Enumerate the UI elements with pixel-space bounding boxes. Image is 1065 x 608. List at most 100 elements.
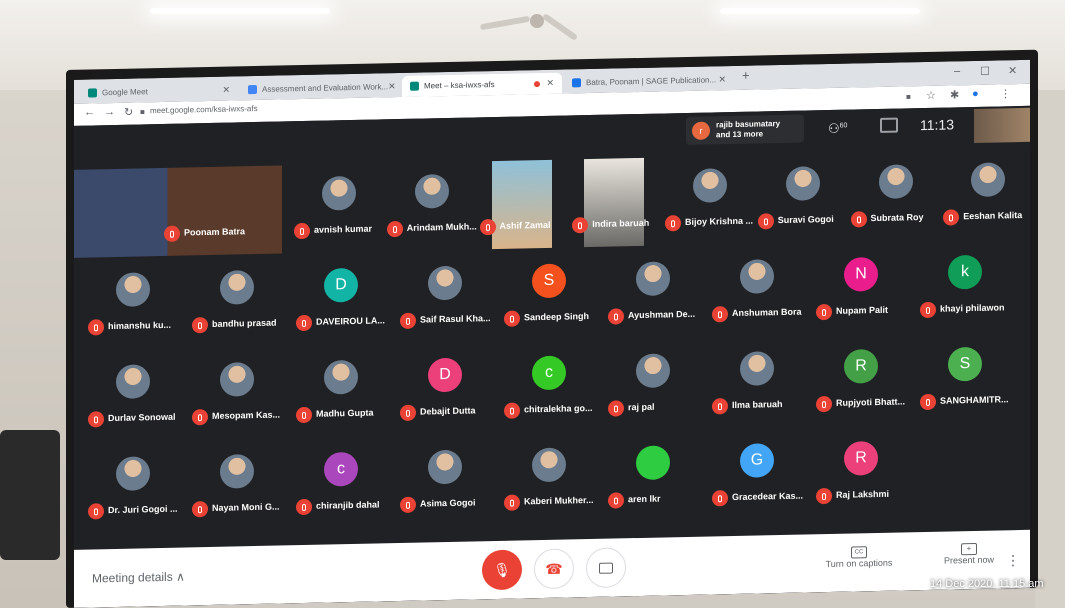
participant-name: aren lkr [628, 493, 661, 505]
participant-tile[interactable]: aren lkr [600, 433, 704, 523]
minimize-icon[interactable]: – [954, 65, 960, 77]
chat-icon[interactable] [880, 117, 898, 133]
tab-label: Google Meet [102, 87, 148, 98]
participant-tile[interactable]: avnish kumar [286, 163, 379, 253]
participant-tile[interactable]: Dr. Juri Gogoi ... [80, 444, 184, 534]
join-notification[interactable]: r rajib basumatary and 13 more [686, 114, 804, 146]
leave-call-button[interactable]: ☎ [534, 548, 574, 590]
forward-icon[interactable]: → [104, 106, 115, 118]
participant-tile[interactable]: Poonam Batra [74, 165, 282, 258]
camera-button[interactable] [586, 547, 626, 589]
captions-button[interactable]: CC Turn on captions [814, 544, 904, 569]
participant-tile[interactable]: Ilma baruah [704, 338, 808, 428]
participant-tile[interactable]: R Raj Lakshmi [808, 428, 912, 518]
participant-tile[interactable]: himanshu ku... [80, 260, 184, 350]
recording-dot-icon [534, 80, 541, 87]
close-window-icon[interactable]: ✕ [1008, 64, 1017, 77]
reload-icon[interactable]: ↻ [124, 106, 133, 119]
participant-tile[interactable]: Eeshan Kalita [935, 150, 1028, 240]
participant-tile[interactable]: Anshuman Bora [704, 246, 808, 336]
avatar [785, 166, 820, 201]
participant-tile[interactable]: Kaberi Mukher... [496, 435, 600, 525]
hangup-icon: ☎ [545, 560, 563, 577]
avatar [116, 456, 150, 491]
tab-label: Meet – ksa-iwxs-afs [424, 80, 495, 91]
participant-tile[interactable]: Suravi Gogoi [750, 154, 843, 244]
participant-tile[interactable]: c chitralekha go... [496, 343, 600, 433]
participant-tile[interactable]: Subrata Roy [843, 152, 936, 242]
present-label: Present now [943, 554, 995, 566]
avatar [636, 353, 670, 389]
participant-tile[interactable]: N Nupam Palit [808, 244, 912, 334]
participant-tile[interactable]: S Sandeep Singh [496, 251, 600, 341]
participant-tile[interactable]: Arindam Mukh... [379, 162, 477, 252]
star-icon[interactable]: ☆ [926, 89, 936, 102]
participant-tile[interactable]: Asima Gogoi [392, 437, 496, 527]
participant-tile[interactable]: bandhu prasad [184, 257, 288, 347]
camera-icon[interactable]: ■ [906, 92, 911, 101]
mic-muted-icon [665, 215, 681, 232]
participant-name: Eeshan Kalita [963, 209, 1023, 222]
notification-name: rajib basumatary [716, 119, 781, 130]
self-view-thumbnail[interactable] [974, 107, 1030, 143]
participant-tile[interactable]: Mesopam Kas... [184, 349, 288, 439]
avatar [324, 359, 358, 395]
mic-muted-icon [192, 501, 208, 518]
avatar [878, 164, 913, 199]
avatar: r [692, 121, 710, 140]
participant-tile[interactable]: D Debajit Dutta [392, 345, 496, 435]
meeting-details-button[interactable]: Meeting details ∧ [92, 570, 185, 586]
mic-muted-icon [479, 219, 496, 236]
mic-muted-icon [88, 319, 104, 336]
avatar: G [740, 443, 774, 478]
sage-icon [572, 78, 581, 88]
browser-menu-icon[interactable]: ⋮ [1000, 87, 1011, 100]
participant-tile[interactable]: raj pal [600, 341, 704, 431]
profile-icon[interactable]: ● [972, 88, 979, 100]
mic-off-button[interactable]: 🎙 [482, 549, 522, 591]
participant-tile[interactable]: Ayushman De... [600, 249, 704, 339]
avatar [636, 445, 670, 481]
participant-tile[interactable]: D DAVEIROU LA... [288, 255, 392, 345]
avatar: S [532, 263, 566, 299]
avatar: D [428, 357, 462, 393]
more-options-icon[interactable]: ⋮ [1006, 552, 1020, 569]
participant-name: Dr. Juri Gogoi ... [108, 503, 178, 516]
close-icon[interactable]: ✕ [388, 81, 396, 92]
avatar: S [948, 346, 982, 382]
participant-name: Saif Rasul Kha... [420, 313, 491, 325]
close-icon[interactable]: ✕ [222, 85, 230, 96]
participant-tile[interactable]: Nayan Moni G... [184, 441, 288, 531]
participant-tile[interactable]: Durlav Sonowal [80, 352, 184, 442]
mic-muted-icon [504, 494, 520, 511]
mic-muted-icon [816, 487, 832, 505]
mic-muted-icon [400, 496, 416, 514]
back-icon[interactable]: ← [84, 106, 95, 118]
photo-timestamp: 14 Dec 2020, 11:15 am [930, 578, 1044, 590]
participant-tile[interactable]: R Rupjyoti Bhatt... [808, 336, 912, 426]
url-field[interactable]: meet.google.com/ksa-iwxs-afs [150, 104, 258, 115]
participant-tile[interactable]: k khayi philawon [912, 242, 1016, 332]
participant-tile[interactable]: Bijoy Krishna ... [657, 156, 753, 246]
people-icon: ⚇ [828, 120, 840, 137]
close-icon[interactable]: ✕ [546, 78, 554, 89]
participant-tile[interactable]: Indira baruah [564, 157, 657, 248]
participant-tile[interactable]: Saif Rasul Kha... [392, 253, 496, 343]
avatar [220, 454, 254, 489]
maximize-icon[interactable]: ☐ [980, 65, 990, 78]
participant-tile[interactable]: S SANGHAMITR... [912, 334, 1016, 424]
mic-muted-icon [504, 402, 520, 419]
participant-tile[interactable]: G Gracedear Kas... [704, 430, 808, 520]
people-button[interactable]: ⚇60 [828, 121, 847, 137]
close-icon[interactable]: ✕ [718, 74, 726, 85]
mic-muted-icon [712, 398, 728, 415]
present-now-button[interactable]: + Present now [934, 542, 1004, 566]
mic-muted-icon [608, 492, 624, 509]
extension-icon[interactable]: ✱ [950, 88, 959, 101]
new-tab-button[interactable]: + [742, 68, 750, 83]
participant-tile[interactable]: Ashif Zamal [472, 159, 565, 250]
participant-tile[interactable]: c chiranjib dahal [288, 439, 392, 529]
mic-muted-icon [294, 222, 310, 240]
participant-name: Asima Gogoi [420, 497, 476, 509]
participant-tile[interactable]: Madhu Gupta [288, 347, 392, 437]
